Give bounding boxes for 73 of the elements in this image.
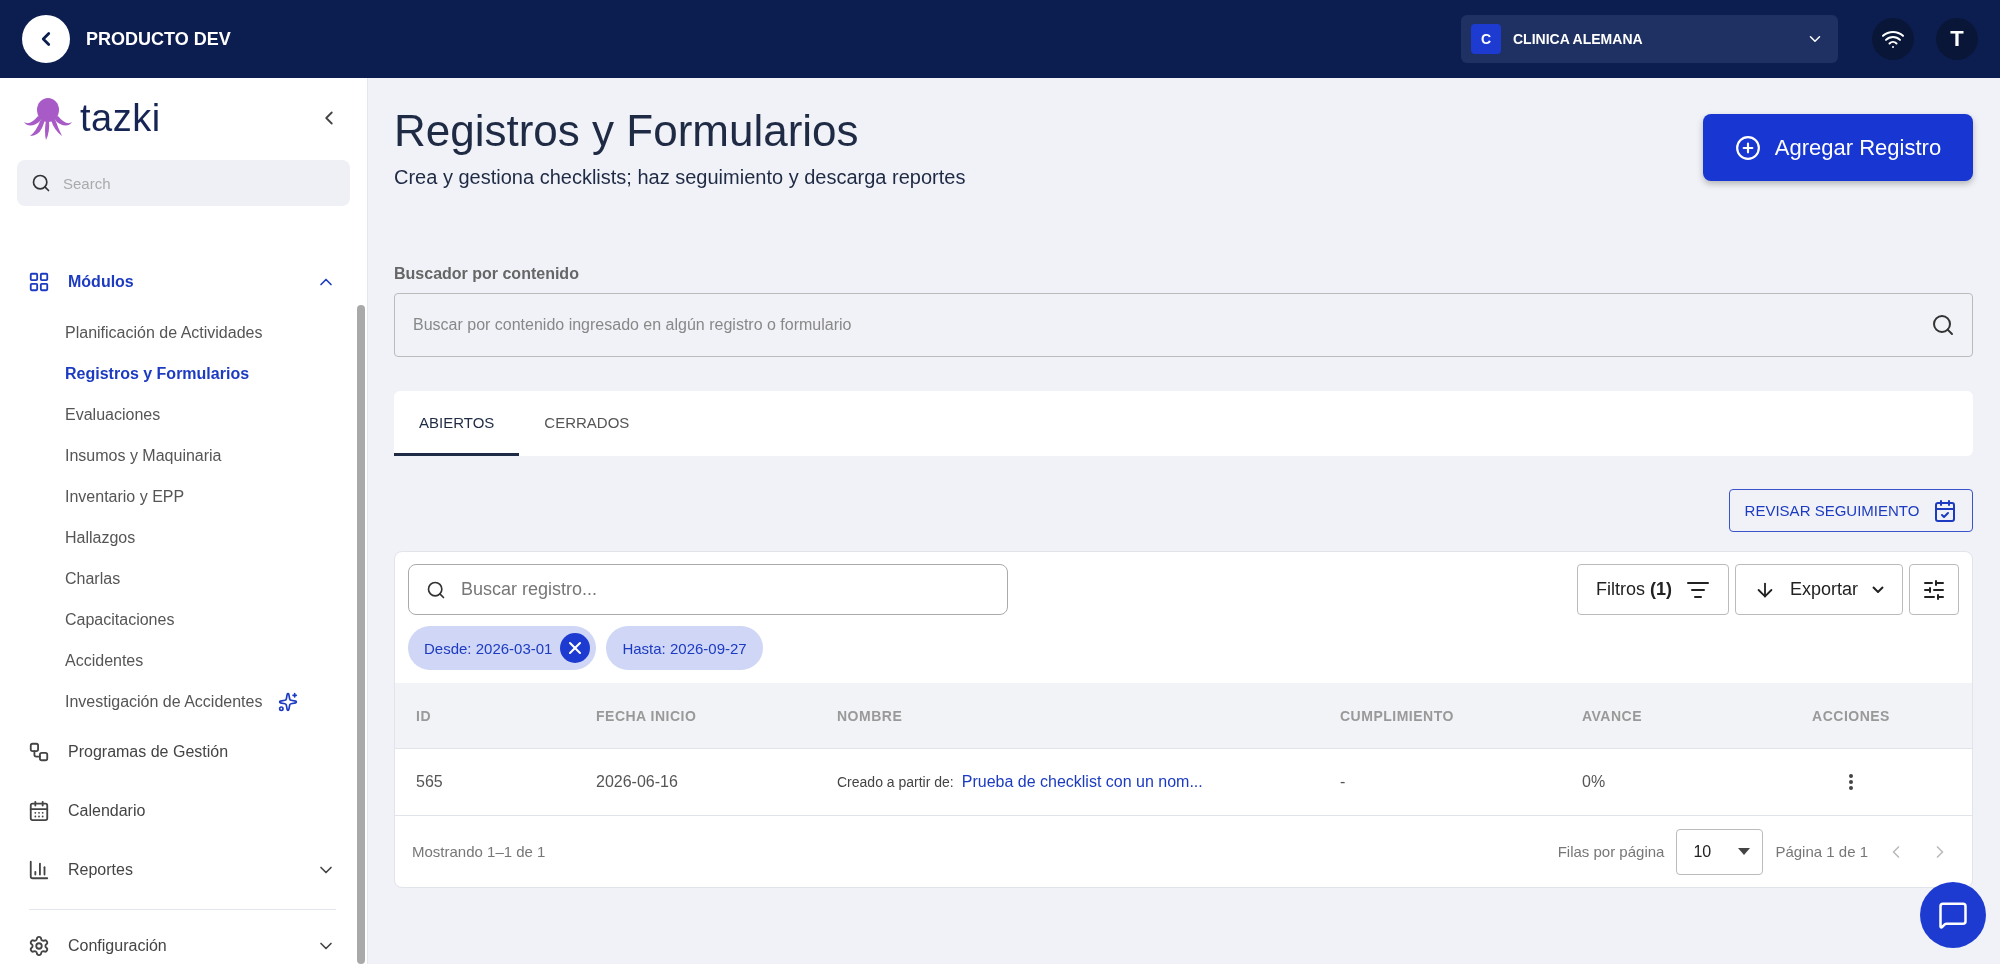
column-header: NOMBRE (837, 707, 904, 724)
filter-chip: Desde: 2026-03-01 (408, 626, 597, 670)
tab[interactable]: ABIERTOS (394, 391, 520, 456)
sidebar-search-field[interactable]: Search (17, 160, 350, 206)
sidebar-item[interactable]: Configuración (17, 916, 336, 964)
logo-text: tazki (80, 96, 162, 140)
sidebar-subitem[interactable]: Accidentes (17, 640, 336, 681)
tab[interactable]: CERRADOS (519, 391, 655, 456)
sliders-icon (1922, 577, 1946, 602)
chevron-down-icon (1872, 586, 1884, 593)
plus-circle-icon (1734, 134, 1761, 161)
search-icon (1931, 313, 1955, 337)
sidebar-subitem[interactable]: Inventario y EPP (17, 476, 336, 517)
company-selector[interactable]: C CLINICA ALEMANA (1461, 15, 1838, 63)
column-header: FECHA INICIO (596, 707, 698, 724)
column-header: CUMPLIMIENTO (1340, 707, 1455, 724)
octopus-logo-icon (22, 96, 74, 140)
more-actions-button[interactable] (1849, 774, 1853, 790)
app-title: PRODUCTO DEV (86, 28, 232, 50)
sidebar-subitem[interactable]: Insumos y Maquinaria (17, 435, 336, 476)
grid-icon (28, 271, 50, 293)
table-cell-text: 565 (416, 773, 444, 791)
record-link[interactable]: Prueba de checklist con un nom... (961, 773, 1203, 791)
kebab-icon (1849, 774, 1853, 790)
bar-chart-icon (28, 858, 50, 881)
field-label: Buscador por contenido (394, 265, 580, 283)
sidebar-subitem[interactable]: Hallazgos (17, 517, 336, 558)
page-title: Registros y Formularios (394, 106, 860, 156)
name-prefix: Creado a partir de: (837, 774, 954, 790)
add-record-button[interactable]: Agregar Registro (1703, 114, 1973, 181)
workflow-icon (28, 740, 50, 763)
sidebar-item[interactable]: Módulos (17, 252, 336, 312)
filters-button[interactable]: Filtros (1) (1576, 564, 1729, 615)
columns-settings-button[interactable] (1909, 564, 1959, 615)
company-initial: C (1471, 24, 1501, 54)
column-header: AVANCE (1582, 707, 1644, 724)
review-tracking-button[interactable]: REVISAR SEGUIMIENTO (1729, 489, 1973, 532)
page-subtitle: Crea y gestiona checklists; haz seguimiento y descarga reportes (394, 166, 966, 189)
sidebar-subitem[interactable]: Planificación de Actividades (17, 312, 336, 353)
scrollbar[interactable] (357, 305, 365, 964)
column-header: ID (416, 707, 432, 724)
search-icon (426, 579, 446, 600)
sidebar-subitem[interactable]: Investigación de Accidentes (17, 681, 336, 722)
sidebar-subitem[interactable]: Capacitaciones (17, 599, 336, 640)
table-cell-text: - (1340, 773, 1347, 791)
user-avatar[interactable]: T (1936, 18, 1978, 60)
content-search-field[interactable]: Buscar por contenido ingresado en algún registro o formulario (394, 293, 1973, 357)
rows-per-page-label: Filas por página (1557, 843, 1665, 860)
remove-chip-button[interactable] (560, 633, 591, 663)
calendar-check-icon (1933, 498, 1958, 523)
record-search-field[interactable]: Buscar registro... (408, 564, 1008, 615)
caret-icon (1738, 847, 1751, 856)
search-icon (31, 173, 51, 193)
table-cell-text: 0% (1582, 773, 1607, 791)
rows-per-page-select[interactable]: 10 (1676, 828, 1764, 875)
page-indicator: Página 1 de 1 (1775, 843, 1868, 860)
column-header: ACCIONES (1811, 707, 1891, 724)
chat-icon (1938, 900, 1968, 930)
export-button[interactable]: Exportar (1734, 564, 1903, 615)
sidebar-subitem[interactable]: Registros y Formularios (17, 353, 336, 394)
sidebar-item[interactable]: Programas de Gestión (17, 722, 336, 781)
sidebar-item[interactable]: Calendario (17, 781, 336, 840)
back-button[interactable] (22, 15, 70, 63)
showing-count: Mostrando 1–1 de 1 (412, 843, 546, 860)
calendar-icon (28, 799, 50, 822)
sidebar-subitem[interactable]: Evaluaciones (17, 394, 336, 435)
sidebar-subitem[interactable]: Charlas (17, 558, 336, 599)
table-cell-text: 2026-06-16 (596, 773, 679, 791)
sparkles-icon (278, 691, 299, 712)
sidebar-item[interactable]: Reportes (17, 840, 336, 899)
wifi-button[interactable] (1872, 18, 1914, 60)
filter-chip: Hasta: 2026-09-27 (606, 626, 763, 670)
settings-icon (28, 934, 50, 957)
